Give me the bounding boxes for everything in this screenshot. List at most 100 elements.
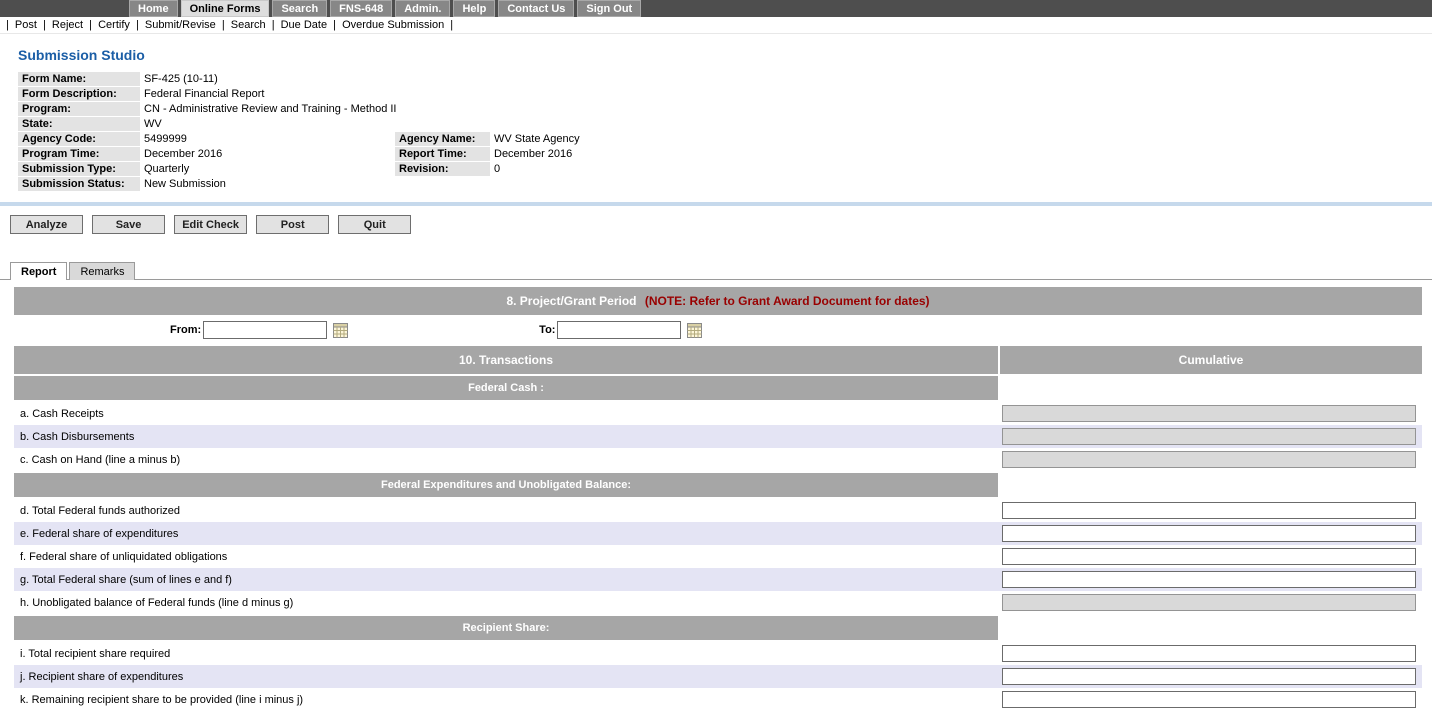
details-label: Form Name: (18, 72, 140, 87)
details-value: CN - Administrative Review and Training … (140, 102, 758, 117)
details-label: Report Time: (395, 147, 490, 162)
cumulative-input[interactable] (1002, 548, 1416, 565)
details-row: Form Name: SF-425 (10-11) (18, 72, 758, 87)
period-title: 8. Project/Grant Period (506, 294, 636, 308)
from-calendar-button[interactable] (332, 322, 349, 339)
details-label: Submission Type: (18, 162, 140, 177)
cumulative-input[interactable] (1002, 668, 1416, 685)
menu-item-search[interactable]: Search (231, 19, 266, 31)
nav-item-fns-648[interactable]: FNS-648 (330, 0, 392, 17)
details-row: Form Description: Federal Financial Repo… (18, 87, 758, 102)
cumulative-input (1002, 405, 1416, 422)
form-row: e. Federal share of expenditures (14, 522, 1422, 545)
separator: | (272, 19, 275, 31)
details-value: New Submission (140, 177, 758, 192)
transactions-header-row: 10. Transactions Cumulative (14, 346, 1422, 374)
quit-button[interactable]: Quit (338, 215, 411, 234)
details-value: 5499999 (140, 132, 395, 147)
cumulative-input[interactable] (1002, 502, 1416, 519)
calendar-icon (333, 323, 348, 338)
menu-item-certify[interactable]: Certify (98, 19, 130, 31)
section-header-federal-cash: Federal Cash : (14, 376, 998, 400)
row-label: h. Unobligated balance of Federal funds … (14, 597, 1000, 609)
row-label: e. Federal share of expenditures (14, 528, 1000, 540)
details-value: WV State Agency (490, 132, 758, 147)
analyze-button[interactable]: Analyze (10, 215, 83, 234)
separator: | (333, 19, 336, 31)
form-row: f. Federal share of unliquidated obligat… (14, 545, 1422, 568)
separator: | (89, 19, 92, 31)
edit-check-button[interactable]: Edit Check (174, 215, 247, 234)
details-value: Quarterly (140, 162, 395, 177)
details-label: Program: (18, 102, 140, 117)
cumulative-input[interactable] (1002, 691, 1416, 708)
details-row: Agency Code: 5499999 Agency Name: WV Sta… (18, 132, 758, 147)
separator: | (43, 19, 46, 31)
project-grant-period-header: 8. Project/Grant Period (NOTE: Refer to … (14, 287, 1422, 315)
cumulative-input[interactable] (1002, 571, 1416, 588)
details-value: December 2016 (140, 147, 395, 162)
details-row: Program: CN - Administrative Review and … (18, 102, 758, 117)
details-label: Form Description: (18, 87, 140, 102)
separator: | (136, 19, 139, 31)
period-row: From: To: (14, 315, 1422, 345)
to-calendar-button[interactable] (686, 322, 703, 339)
action-menubar: | Post | Reject | Certify | Submit/Revis… (0, 17, 1432, 34)
cumulative-input[interactable] (1002, 645, 1416, 662)
row-label: i. Total recipient share required (14, 648, 1000, 660)
row-label: f. Federal share of unliquidated obligat… (14, 551, 1000, 563)
row-label: k. Remaining recipient share to be provi… (14, 694, 1000, 706)
tab-remarks[interactable]: Remarks (69, 262, 135, 280)
details-row: Submission Status: New Submission (18, 177, 758, 192)
submission-details-table: Form Name: SF-425 (10-11) Form Descripti… (18, 72, 758, 192)
save-button[interactable]: Save (92, 215, 165, 234)
details-row: State: WV (18, 117, 758, 132)
menu-item-reject[interactable]: Reject (52, 19, 83, 31)
nav-item-online-forms[interactable]: Online Forms (181, 0, 270, 17)
details-row: Program Time: December 2016 Report Time:… (18, 147, 758, 162)
section-header-recipient-share: Recipient Share: (14, 616, 998, 640)
tab-report[interactable]: Report (10, 262, 67, 280)
calendar-icon (687, 323, 702, 338)
details-label: Submission Status: (18, 177, 140, 192)
form-row: j. Recipient share of expenditures (14, 665, 1422, 688)
details-label: Program Time: (18, 147, 140, 162)
report-panel: 8. Project/Grant Period (NOTE: Refer to … (14, 287, 1422, 711)
top-navigation: Home Online Forms Search FNS-648 Admin. … (0, 0, 1432, 17)
row-label: b. Cash Disbursements (14, 431, 1000, 443)
separator: | (450, 19, 453, 31)
row-label: a. Cash Receipts (14, 408, 1000, 420)
menu-item-overdue-submission[interactable]: Overdue Submission (342, 19, 444, 31)
to-date-input[interactable] (557, 321, 681, 339)
nav-item-search[interactable]: Search (272, 0, 327, 17)
page-title: Submission Studio (18, 47, 1432, 63)
to-label: To: (539, 324, 555, 336)
form-row: c. Cash on Hand (line a minus b) (14, 448, 1422, 471)
form-row: i. Total recipient share required (14, 642, 1422, 665)
nav-item-sign-out[interactable]: Sign Out (577, 0, 641, 17)
form-row: d. Total Federal funds authorized (14, 499, 1422, 522)
nav-item-help[interactable]: Help (453, 0, 495, 17)
cumulative-input (1002, 594, 1416, 611)
row-label: d. Total Federal funds authorized (14, 505, 1000, 517)
row-label: g. Total Federal share (sum of lines e a… (14, 574, 1000, 586)
form-row: a. Cash Receipts (14, 402, 1422, 425)
section-header-federal-expenditures: Federal Expenditures and Unobligated Bal… (14, 473, 998, 497)
details-label: State: (18, 117, 140, 132)
from-label: From: (170, 324, 201, 336)
nav-item-home[interactable]: Home (129, 0, 178, 17)
divider-rule (0, 202, 1432, 206)
menu-item-submit-revise[interactable]: Submit/Revise (145, 19, 216, 31)
from-date-input[interactable] (203, 321, 327, 339)
cumulative-header: Cumulative (1000, 346, 1422, 374)
nav-item-contact-us[interactable]: Contact Us (498, 0, 574, 17)
details-value: SF-425 (10-11) (140, 72, 758, 87)
nav-item-admin[interactable]: Admin. (395, 0, 450, 17)
menu-item-due-date[interactable]: Due Date (281, 19, 327, 31)
cumulative-input (1002, 428, 1416, 445)
transactions-header: 10. Transactions (14, 346, 998, 374)
cumulative-input[interactable] (1002, 525, 1416, 542)
menu-item-post[interactable]: Post (15, 19, 37, 31)
post-button[interactable]: Post (256, 215, 329, 234)
form-row: k. Remaining recipient share to be provi… (14, 688, 1422, 711)
